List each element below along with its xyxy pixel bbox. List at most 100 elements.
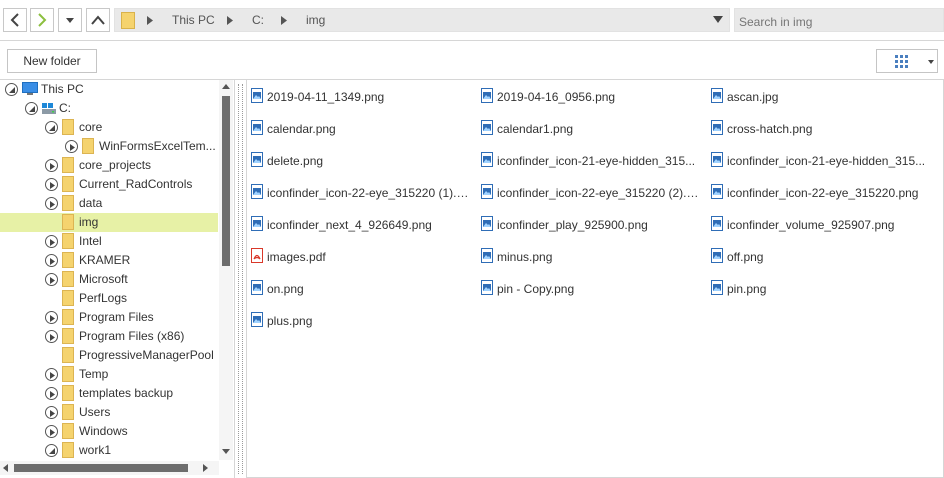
scrollbar-thumb[interactable] <box>14 464 188 472</box>
tree-item[interactable]: templates backup <box>0 384 218 403</box>
tree-item[interactable]: data <box>0 194 218 213</box>
file-item[interactable]: calendar.png <box>247 116 471 140</box>
expand-toggle-icon[interactable] <box>45 235 58 248</box>
pane-splitter[interactable] <box>238 84 243 474</box>
image-file-icon <box>481 248 493 266</box>
tree-item[interactable]: core <box>0 118 218 137</box>
file-item[interactable]: on.png <box>247 276 471 300</box>
collapse-toggle-icon[interactable] <box>25 102 38 115</box>
search-input[interactable] <box>734 8 944 32</box>
file-item[interactable]: minus.png <box>477 244 701 268</box>
expand-toggle-icon[interactable] <box>45 425 58 438</box>
tree-item-label: templates backup <box>79 386 174 400</box>
address-dropdown-icon[interactable] <box>713 16 723 23</box>
tree-item[interactable]: Program Files <box>0 308 218 327</box>
tree-item[interactable]: Microsoft <box>0 270 218 289</box>
chevron-right-icon <box>38 13 47 27</box>
tree-item[interactable]: Users <box>0 403 218 422</box>
folder-tree: This PC C: core WinFormsExcelTem... core_pro… <box>0 80 235 478</box>
expand-toggle-icon[interactable] <box>45 197 58 210</box>
file-item[interactable]: plus.png <box>247 308 471 332</box>
folder-icon <box>62 328 74 347</box>
file-item[interactable]: iconfinder_volume_925907.png <box>707 212 931 236</box>
forward-button[interactable] <box>30 8 54 32</box>
tree-item[interactable]: core_projects <box>0 156 218 175</box>
file-item[interactable]: images.pdf <box>247 244 471 268</box>
file-item[interactable]: iconfinder_icon-22-eye_315220 (1).p... <box>247 180 471 204</box>
expand-toggle-icon[interactable] <box>45 159 58 172</box>
file-item[interactable]: 2019-04-16_0956.png <box>477 84 701 108</box>
collapse-toggle-icon[interactable] <box>45 121 58 134</box>
image-file-icon <box>711 184 723 202</box>
file-item[interactable]: pin.png <box>707 276 931 300</box>
tree-vertical-scrollbar[interactable] <box>219 80 233 460</box>
expand-toggle-icon[interactable] <box>65 140 78 153</box>
tree-item[interactable]: C: <box>0 99 218 118</box>
caret-down-icon <box>928 60 934 64</box>
tree-item[interactable]: img <box>0 213 218 232</box>
history-dropdown-button[interactable] <box>58 8 82 32</box>
file-item[interactable]: calendar1.png <box>477 116 701 140</box>
breadcrumb-arrow-icon[interactable] <box>147 16 153 25</box>
file-item[interactable]: iconfinder_icon-22-eye_315220.png <box>707 180 931 204</box>
folder-icon <box>62 271 74 290</box>
folder-icon <box>62 157 74 176</box>
tree-item-label: ProgressiveManagerPool <box>79 348 214 362</box>
file-item[interactable]: off.png <box>707 244 931 268</box>
scroll-up-icon[interactable] <box>222 84 230 89</box>
file-item[interactable]: ascan.jpg <box>707 84 931 108</box>
tree-item[interactable]: Intel <box>0 232 218 251</box>
pdf-file-icon <box>251 248 263 266</box>
tree-item-label: core <box>79 120 103 134</box>
file-item[interactable]: iconfinder_play_925900.png <box>477 212 701 236</box>
new-folder-button[interactable]: New folder <box>7 49 97 73</box>
file-item[interactable]: cross-hatch.png <box>707 116 931 140</box>
tree-horizontal-scrollbar[interactable] <box>0 461 219 475</box>
expand-toggle-icon[interactable] <box>45 311 58 324</box>
tree-item[interactable]: PerfLogs <box>0 289 218 308</box>
expand-toggle-icon[interactable] <box>45 406 58 419</box>
expand-toggle-icon[interactable] <box>45 178 58 191</box>
expand-toggle-icon[interactable] <box>45 254 58 267</box>
expand-toggle-icon[interactable] <box>45 387 58 400</box>
view-mode-button[interactable] <box>876 49 938 73</box>
tree-item[interactable]: Windows <box>0 422 218 441</box>
tree-item[interactable]: KRAMER <box>0 251 218 270</box>
file-item[interactable]: iconfinder_icon-21-eye-hidden_315... <box>707 148 931 172</box>
file-item[interactable]: iconfinder_icon-22-eye_315220 (2).p... <box>477 180 701 204</box>
tree-item[interactable]: Temp <box>0 365 218 384</box>
tree-item[interactable]: work1 <box>0 441 218 460</box>
image-file-icon <box>251 280 263 298</box>
scroll-right-icon[interactable] <box>203 464 208 472</box>
tree-item-label: data <box>79 196 103 210</box>
up-button[interactable] <box>86 8 110 32</box>
file-item[interactable]: delete.png <box>247 148 471 172</box>
file-list: 2019-04-11_1349.png 2019-04-16_0956.png as… <box>246 80 944 478</box>
address-bar[interactable]: This PC C: img <box>114 8 730 32</box>
breadcrumb-arrow-icon[interactable] <box>281 16 287 25</box>
tree-item[interactable]: Current_RadControls <box>0 175 218 194</box>
tree-item[interactable]: Program Files (x86) <box>0 327 218 346</box>
file-item[interactable]: pin - Copy.png <box>477 276 701 300</box>
collapse-toggle-icon[interactable] <box>5 83 18 96</box>
file-item[interactable]: 2019-04-11_1349.png <box>247 84 471 108</box>
breadcrumb-this-pc[interactable]: This PC <box>172 13 215 27</box>
file-item[interactable]: iconfinder_icon-21-eye-hidden_315... <box>477 148 701 172</box>
breadcrumb-arrow-icon[interactable] <box>227 16 233 25</box>
tree-item[interactable]: This PC <box>0 80 218 99</box>
collapse-toggle-icon[interactable] <box>45 444 58 457</box>
scroll-left-icon[interactable] <box>3 464 8 472</box>
file-item[interactable]: iconfinder_next_4_926649.png <box>247 212 471 236</box>
breadcrumb-img[interactable]: img <box>306 13 325 27</box>
tree-item[interactable]: WinFormsExcelTem... <box>0 137 218 156</box>
expand-toggle-icon[interactable] <box>45 330 58 343</box>
back-button[interactable] <box>3 8 27 32</box>
scroll-down-icon[interactable] <box>222 449 230 454</box>
navigation-bar: This PC C: img <box>0 0 944 40</box>
tree-item[interactable]: ProgressiveManagerPool <box>0 346 218 365</box>
expand-toggle-icon[interactable] <box>45 368 58 381</box>
expand-toggle-icon[interactable] <box>45 273 58 286</box>
breadcrumb-drive-c[interactable]: C: <box>252 13 264 27</box>
scrollbar-thumb[interactable] <box>222 96 230 266</box>
folder-icon <box>62 252 74 271</box>
